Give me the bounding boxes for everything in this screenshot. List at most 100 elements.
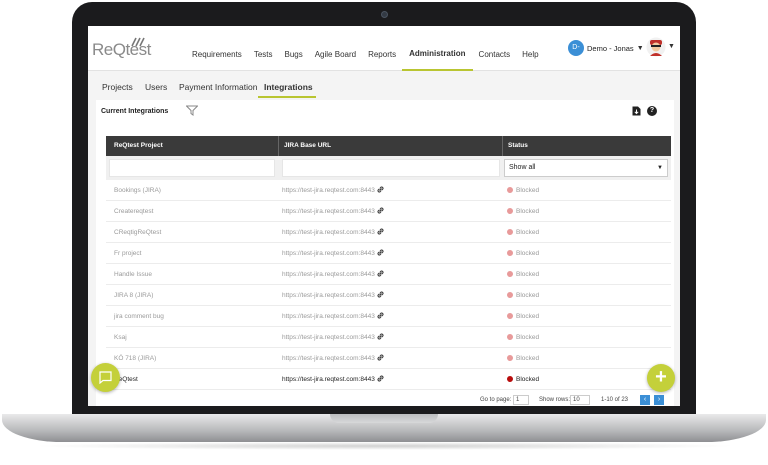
- nav-agile-board[interactable]: Agile Board: [309, 26, 362, 71]
- nav-administration[interactable]: Administration: [402, 26, 473, 71]
- user-name: Demo - Jonas: [587, 43, 634, 53]
- sub-tabs: Projects Users Payment Information Integ…: [88, 72, 680, 98]
- tab-users[interactable]: Users: [145, 82, 167, 92]
- jira-url[interactable]: https://test-jira.reqtest.com:8443: [282, 334, 375, 341]
- project-name[interactable]: KÖ 718 (JIRA): [114, 355, 156, 362]
- status-text: Blocked: [516, 187, 540, 194]
- link-icon[interactable]: [376, 185, 385, 194]
- status-dot: [507, 334, 513, 340]
- avatar[interactable]: [646, 37, 666, 57]
- integrations-panel: Current Integrations ? ReQtest Project J…: [96, 100, 674, 406]
- status-dot: [507, 208, 513, 214]
- link-icon[interactable]: [376, 332, 385, 341]
- table-row[interactable]: KÖ 718 (JIRA) https://test-jira.reqtest.c…: [106, 348, 671, 369]
- tab-projects[interactable]: Projects: [102, 82, 133, 92]
- table-row[interactable]: CReqtigReQtest https://test-jira.reqtest.…: [106, 222, 671, 243]
- col-header-url[interactable]: JIRA Base URL: [284, 142, 331, 149]
- link-icon[interactable]: [376, 290, 385, 299]
- project-name[interactable]: jira comment bug: [114, 313, 164, 320]
- nav-bugs[interactable]: Bugs: [278, 26, 308, 71]
- nav-tests[interactable]: Tests: [248, 26, 279, 71]
- table-body: Bookings (JIRA) https://test-jira.reqtest…: [106, 180, 671, 390]
- status-dot: [507, 355, 513, 361]
- show-rows-label: Show rows:: [539, 397, 571, 403]
- status-dot: [507, 271, 513, 277]
- status-dot: [507, 250, 513, 256]
- filter-row: Show all ▼: [106, 156, 671, 180]
- jira-url[interactable]: https://test-jira.reqtest.com:8443: [282, 355, 375, 362]
- status-dot: [507, 292, 513, 298]
- col-header-project[interactable]: ReQtest Project: [114, 142, 163, 149]
- pagination: Go to page: 1 Show rows: 10 1-10 of 23 ‹…: [480, 395, 680, 407]
- table-row[interactable]: Ksaj https://test-jira.reqtest.com:8443 Bl…: [106, 327, 671, 348]
- status-text: Blocked: [516, 334, 540, 341]
- next-page-button[interactable]: ›: [654, 395, 664, 405]
- project-name[interactable]: Handle Issue: [114, 271, 152, 278]
- table-row[interactable]: Fr project https://test-jira.reqtest.com:…: [106, 243, 671, 264]
- link-icon[interactable]: [376, 227, 385, 236]
- table-row[interactable]: jira comment bug https://test-jira.reqtes…: [106, 306, 671, 327]
- jira-url[interactable]: https://test-jira.reqtest.com:8443: [282, 313, 375, 320]
- add-integration-button[interactable]: +: [647, 364, 675, 392]
- status-text: Blocked: [516, 292, 540, 299]
- status-dot: [507, 187, 513, 193]
- status-text: Blocked: [516, 355, 540, 362]
- export-icon[interactable]: [632, 106, 641, 116]
- jira-url[interactable]: https://test-jira.reqtest.com:8443: [282, 292, 375, 299]
- avatar-chevron-down-icon[interactable]: ▼: [668, 43, 675, 50]
- project-name[interactable]: Fr project: [114, 250, 141, 257]
- status-dot: [507, 229, 513, 235]
- filter-icon[interactable]: [186, 105, 198, 116]
- status-filter-value: Show all: [509, 164, 536, 171]
- table-row[interactable]: Bookings (JIRA) https://test-jira.reqtest…: [106, 180, 671, 201]
- status-text: Blocked: [516, 208, 540, 215]
- project-name[interactable]: Ksaj: [114, 334, 127, 341]
- help-icon[interactable]: ?: [647, 106, 657, 116]
- tab-integrations[interactable]: Integrations: [264, 82, 313, 92]
- chat-icon: [99, 371, 112, 384]
- project-name[interactable]: Bookings (JIRA): [114, 187, 161, 194]
- table-row[interactable]: JIRA 8 (JIRA) https://test-jira.reqtest.c…: [106, 285, 671, 306]
- jira-url[interactable]: https://test-jira.reqtest.com:8443: [282, 250, 375, 257]
- project-name[interactable]: JIRA 8 (JIRA): [114, 292, 153, 299]
- col-header-status[interactable]: Status: [508, 142, 528, 149]
- jira-url[interactable]: https://test-jira.reqtest.com:8443: [282, 187, 375, 194]
- prev-page-button[interactable]: ‹: [640, 395, 650, 405]
- panel-title: Current Integrations: [101, 108, 169, 115]
- link-icon[interactable]: [376, 248, 385, 257]
- table-row[interactable]: Handle Issue https://test-jira.reqtest.co…: [106, 264, 671, 285]
- jira-url[interactable]: https://test-jira.reqtest.com:8443: [282, 229, 375, 236]
- user-initials-badge: D-: [568, 40, 584, 56]
- status-text: Blocked: [516, 229, 540, 236]
- show-rows-select[interactable]: 10: [570, 395, 590, 405]
- link-icon[interactable]: [376, 374, 385, 383]
- nav-requirements[interactable]: Requirements: [186, 26, 248, 71]
- table-row[interactable]: Createreqtest https://test-jira.reqtest.c…: [106, 201, 671, 222]
- table-row[interactable]: ReQtest https://test-jira.reqtest.com:844…: [106, 369, 671, 390]
- jira-url[interactable]: https://test-jira.reqtest.com:8443: [282, 376, 375, 383]
- project-name[interactable]: Createreqtest: [114, 208, 153, 215]
- nav-contacts[interactable]: Contacts: [473, 26, 517, 71]
- tab-payment-information[interactable]: Payment Information: [179, 82, 257, 92]
- link-icon[interactable]: [376, 353, 385, 362]
- chevron-down-icon: ▼: [636, 44, 644, 52]
- project-name[interactable]: CReqtigReQtest: [114, 229, 161, 236]
- laptop-shadow: [30, 442, 738, 450]
- jira-url[interactable]: https://test-jira.reqtest.com:8443: [282, 271, 375, 278]
- link-icon[interactable]: [376, 269, 385, 278]
- goto-page-input[interactable]: 1: [513, 395, 529, 405]
- jira-url[interactable]: https://test-jira.reqtest.com:8443: [282, 208, 375, 215]
- col-separator: [278, 136, 279, 156]
- status-dot: [507, 313, 513, 319]
- nav-help[interactable]: Help: [516, 26, 544, 71]
- link-icon[interactable]: [376, 206, 385, 215]
- project-filter-input[interactable]: [109, 159, 275, 177]
- chat-button[interactable]: [91, 363, 120, 392]
- url-filter-input[interactable]: [282, 159, 500, 177]
- status-text: Blocked: [516, 313, 540, 320]
- page-range: 1-10 of 23: [601, 397, 629, 403]
- user-menu[interactable]: D- Demo - Jonas ▼: [568, 40, 644, 56]
- status-filter-select[interactable]: Show all ▼: [504, 159, 668, 177]
- link-icon[interactable]: [376, 311, 385, 320]
- nav-reports[interactable]: Reports: [362, 26, 402, 71]
